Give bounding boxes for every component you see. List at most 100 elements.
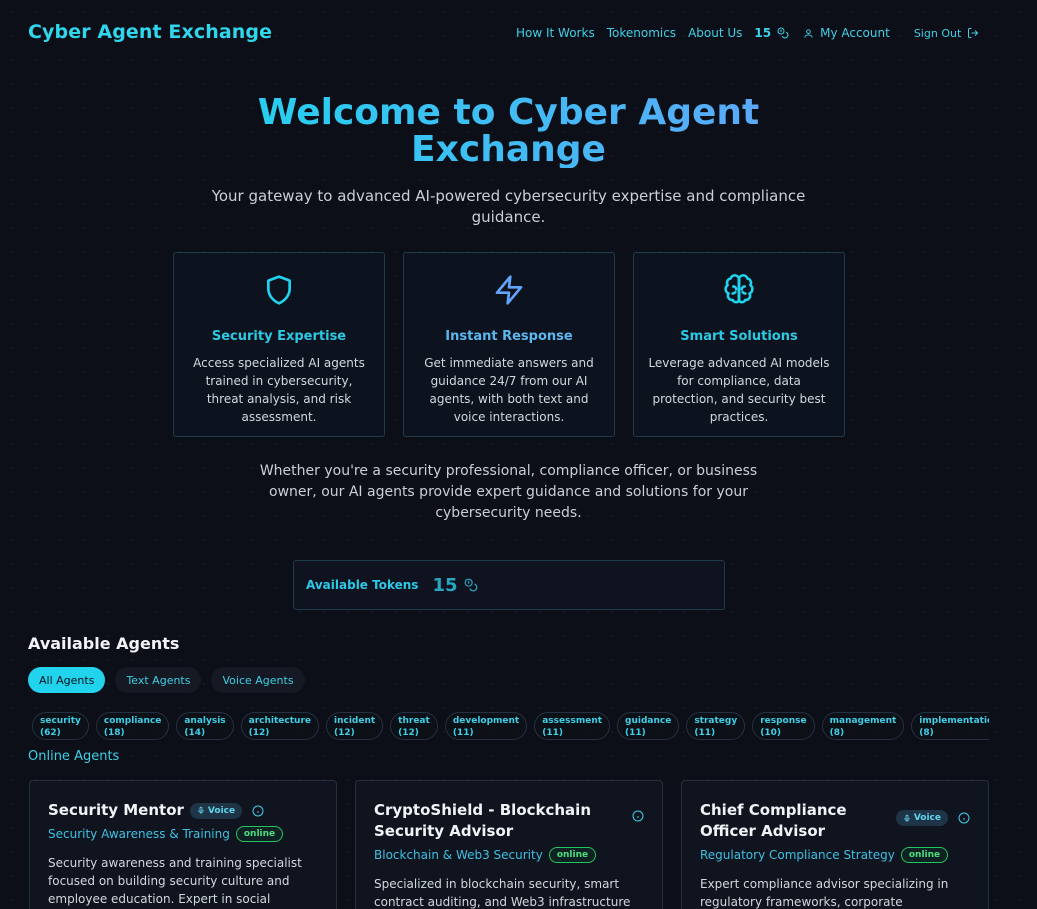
tag-name: security [40,716,81,726]
available-tokens-label: Available Tokens [306,578,419,592]
tag-name: compliance [103,716,162,726]
shield-icon [267,275,291,305]
brand-logo-text[interactable]: Cyber Agent Exchange [28,21,272,43]
tag-chip-response[interactable]: response (10) [752,712,815,740]
status-badge: online [548,847,597,863]
hero-subtitle: Your gateway to advanced AI-powered cybe… [211,187,806,226]
tag-name: strategy [694,716,738,726]
token-balance-value: 15 [754,26,772,40]
feature-title: Security Expertise [211,329,347,344]
lightning-icon [495,275,523,305]
tag-name: management [829,716,897,726]
feature-text: Leverage advanced AI models for complian… [648,356,830,424]
tag-count: (8) [829,728,845,738]
nav-links: How It Works Tokenomics About Us 15 My A… [516,26,979,40]
feature-text: Access specialized AI agents trained in … [193,356,365,424]
agent-category: Security Awareness & Training [48,827,230,841]
agent-description: Security awareness and training speciali… [48,856,302,906]
tag-chip-security[interactable]: security (62) [32,712,89,740]
agent-description: Specialized in blockchain security, smar… [374,877,631,909]
microphone-icon [904,814,910,822]
agent-name: Chief Compliance Officer Advisor [700,801,847,840]
available-tokens-value: 15 [432,574,458,596]
tag-count: (11) [625,728,646,738]
feature-card-security-expertise: Security Expertise Access specialized AI… [173,252,385,437]
info-icon[interactable] [958,812,970,824]
online-agents-title: Online Agents [28,749,120,764]
voice-badge-label: Voice [207,805,236,816]
agent-category: Regulatory Compliance Strategy [700,848,895,862]
brain-icon [724,274,754,304]
feature-title: Instant Response [445,329,573,344]
my-account-link[interactable]: My Account [803,26,890,40]
tag-chip-development[interactable]: development (11) [444,712,528,740]
tag-chip-implementation[interactable]: implementation (8) [911,712,989,740]
tag-chip-incident[interactable]: incident (12) [326,712,384,740]
tag-name: development [452,716,520,726]
agent-name: CryptoShield - Blockchain Security Advis… [374,801,592,840]
feature-card-smart-solutions: Smart Solutions Leverage advanced AI mod… [633,252,845,437]
available-agents-title: Available Agents [28,634,180,653]
microphone-icon [198,806,204,814]
filter-voice-agents[interactable]: Voice Agents [211,667,305,693]
tag-chip-management[interactable]: management (8) [821,712,905,740]
sign-out-label: Sign Out [913,26,962,40]
status-badge: online [235,826,284,842]
voice-badge: Voice [189,802,243,819]
tag-count: (11) [452,728,474,738]
feature-text: Get immediate answers and guidance 24/7 … [424,356,594,424]
tag-count: (12) [398,728,419,738]
tag-name: implementation [919,716,989,726]
voice-badge-label: Voice [913,813,941,823]
agent-category: Blockchain & Web3 Security [374,848,543,862]
agent-type-filters: All Agents Text Agents Voice Agents [28,667,315,693]
hero-title: Welcome to Cyber Agent Exchange [200,94,817,168]
tag-count: (14) [184,728,206,738]
nav-about-us[interactable]: About Us [688,26,742,40]
available-tokens-panel: Available Tokens 15 [293,560,725,610]
agent-description: Expert compliance advisor specializing i… [700,877,949,909]
tag-count: (12) [334,728,355,738]
sign-out-button[interactable]: Sign Out [914,27,979,40]
tag-count: (12) [248,728,270,738]
tag-chip-guidance[interactable]: guidance (11) [617,712,680,740]
tag-name: response [760,716,807,726]
tag-count: (10) [760,728,781,738]
nav-how-it-works[interactable]: How It Works [516,26,595,40]
filter-text-agents[interactable]: Text Agents [115,667,202,693]
status-badge: online [900,847,949,863]
tag-chip-assessment[interactable]: assessment (11) [534,712,611,740]
feature-title: Smart Solutions [680,329,798,344]
nav-tokenomics[interactable]: Tokenomics [607,26,676,40]
agent-card-security-mentor[interactable]: Security Mentor Voice Security Awareness… [29,780,337,909]
tag-name: assessment [542,716,603,726]
top-nav-bar: Cyber Agent Exchange How It Works Tokeno… [0,0,1037,66]
info-icon[interactable] [252,805,264,817]
tag-name: architecture [248,716,311,726]
tag-count: (8) [919,728,934,738]
token-balance[interactable]: 15 [754,26,789,40]
tag-chip-threat[interactable]: threat (12) [390,712,438,740]
tag-name: incident [334,716,376,726]
user-icon [804,28,813,38]
tag-chip-analysis[interactable]: analysis (14) [176,712,234,740]
agent-card-chief-compliance-officer[interactable]: Chief Compliance Officer Advisor Voice R… [681,780,989,909]
tag-name: threat [398,716,430,726]
feature-card-instant-response: Instant Response Get immediate answers a… [403,252,615,437]
info-icon[interactable] [632,810,644,822]
tag-chip-compliance[interactable]: compliance (18) [95,712,170,740]
coins-icon [777,27,789,39]
tag-count: (11) [694,728,716,738]
agent-name: Security Mentor [48,801,184,819]
tag-filter-list[interactable]: security (62) compliance (18) analysis (14) ar… [32,712,989,742]
agent-card-cryptoshield[interactable]: CryptoShield - Blockchain Security Advis… [355,780,663,909]
tag-count: (62) [40,728,61,738]
tag-chip-strategy[interactable]: strategy (11) [686,712,746,740]
voice-badge: Voice [895,810,948,826]
tag-count: (18) [103,728,125,738]
tag-name: guidance [625,716,672,726]
tag-count: (11) [542,728,563,738]
filter-all-agents[interactable]: All Agents [28,667,106,693]
tag-chip-architecture[interactable]: architecture (12) [240,712,319,740]
hero-blurb: Whether you're a security professional, … [259,463,758,521]
